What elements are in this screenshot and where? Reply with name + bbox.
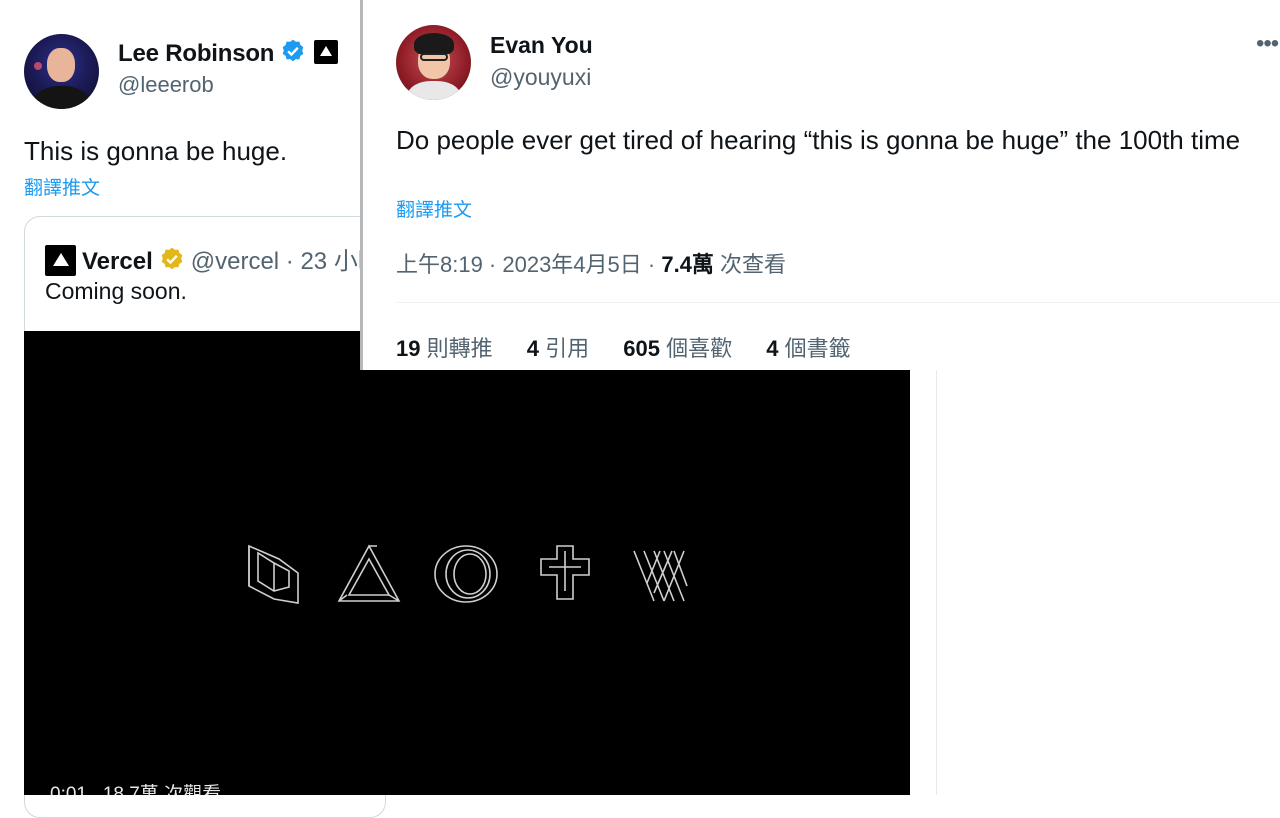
- verified-gold-badge-icon: [161, 247, 183, 270]
- likes-stat[interactable]: 605 個喜歡: [623, 336, 732, 361]
- quoted-tweet-header: Vercel @vercel · 23 小時: [45, 241, 382, 276]
- divider: [396, 302, 1280, 303]
- evan-tweet: Evan You @youyuxi ••• Do people ever get…: [360, 0, 1280, 370]
- likes-count: 605: [623, 336, 660, 361]
- author-handle[interactable]: @youyuxi: [490, 64, 591, 91]
- quoted-author-handle[interactable]: @vercel: [191, 248, 279, 275]
- views-label: 次查看: [713, 252, 787, 277]
- bookmarks-stat[interactable]: 4 個書籤: [766, 336, 850, 361]
- x-stripes-icon: [633, 550, 688, 602]
- verified-badge-icon: [282, 39, 304, 62]
- hub-icon: [540, 545, 590, 600]
- quotes-stat[interactable]: 4 引用: [527, 336, 589, 361]
- views-count: 7.4萬: [661, 252, 714, 277]
- vercel-affiliation-icon[interactable]: [314, 40, 339, 64]
- video-player[interactable]: 0:01 18.7萬 次觀看: [24, 331, 910, 795]
- likes-label: 個喜歡: [659, 336, 733, 361]
- timestamp-link[interactable]: 上午8:19 · 2023年4月5日 ·: [396, 252, 661, 277]
- video-views: 18.7萬 次觀看: [102, 784, 222, 795]
- avatar[interactable]: [396, 25, 471, 100]
- quoted-tweet-text: Coming soon.: [45, 278, 187, 304]
- more-options-button[interactable]: •••: [1256, 32, 1279, 56]
- author-name[interactable]: Evan You: [490, 32, 593, 59]
- author-handle[interactable]: @leeerob: [118, 72, 214, 98]
- turbopack-icon: [248, 544, 299, 604]
- divider: [936, 370, 937, 795]
- tweet-timestamp: 上午8:19 · 2023年4月5日 · 7.4萬 次查看: [396, 247, 786, 279]
- author-name[interactable]: Lee Robinson: [118, 38, 339, 68]
- author-name-label[interactable]: Lee Robinson: [118, 40, 274, 67]
- video-meta: 0:01 18.7萬 次觀看: [50, 779, 221, 795]
- retweets-label: 則轉推: [420, 336, 493, 361]
- ring-icon: [434, 545, 498, 603]
- translate-link[interactable]: 翻譯推文: [24, 173, 100, 200]
- retweets-stat[interactable]: 19 則轉推: [396, 336, 493, 361]
- triangle-knot-icon: [337, 544, 401, 602]
- video-time: 0:01: [50, 784, 87, 795]
- tweet-text: This is gonna be huge.: [24, 136, 288, 166]
- vercel-logo-icon[interactable]: [45, 245, 76, 276]
- translate-link[interactable]: 翻譯推文: [396, 195, 472, 222]
- retweets-count: 19: [396, 336, 421, 361]
- bookmarks-label: 個書籤: [778, 336, 851, 361]
- video-logo-row: [248, 544, 688, 604]
- avatar[interactable]: [24, 34, 99, 109]
- tweet-text: Do people ever get tired of hearing “thi…: [396, 125, 1241, 155]
- quotes-count: 4: [526, 336, 539, 361]
- quotes-label: 引用: [538, 336, 590, 361]
- bookmarks-count: 4: [766, 336, 779, 361]
- quoted-author-name[interactable]: Vercel: [82, 248, 153, 275]
- engagement-stats: 19 則轉推 4 引用 605 個喜歡 4 個書籤: [396, 331, 879, 363]
